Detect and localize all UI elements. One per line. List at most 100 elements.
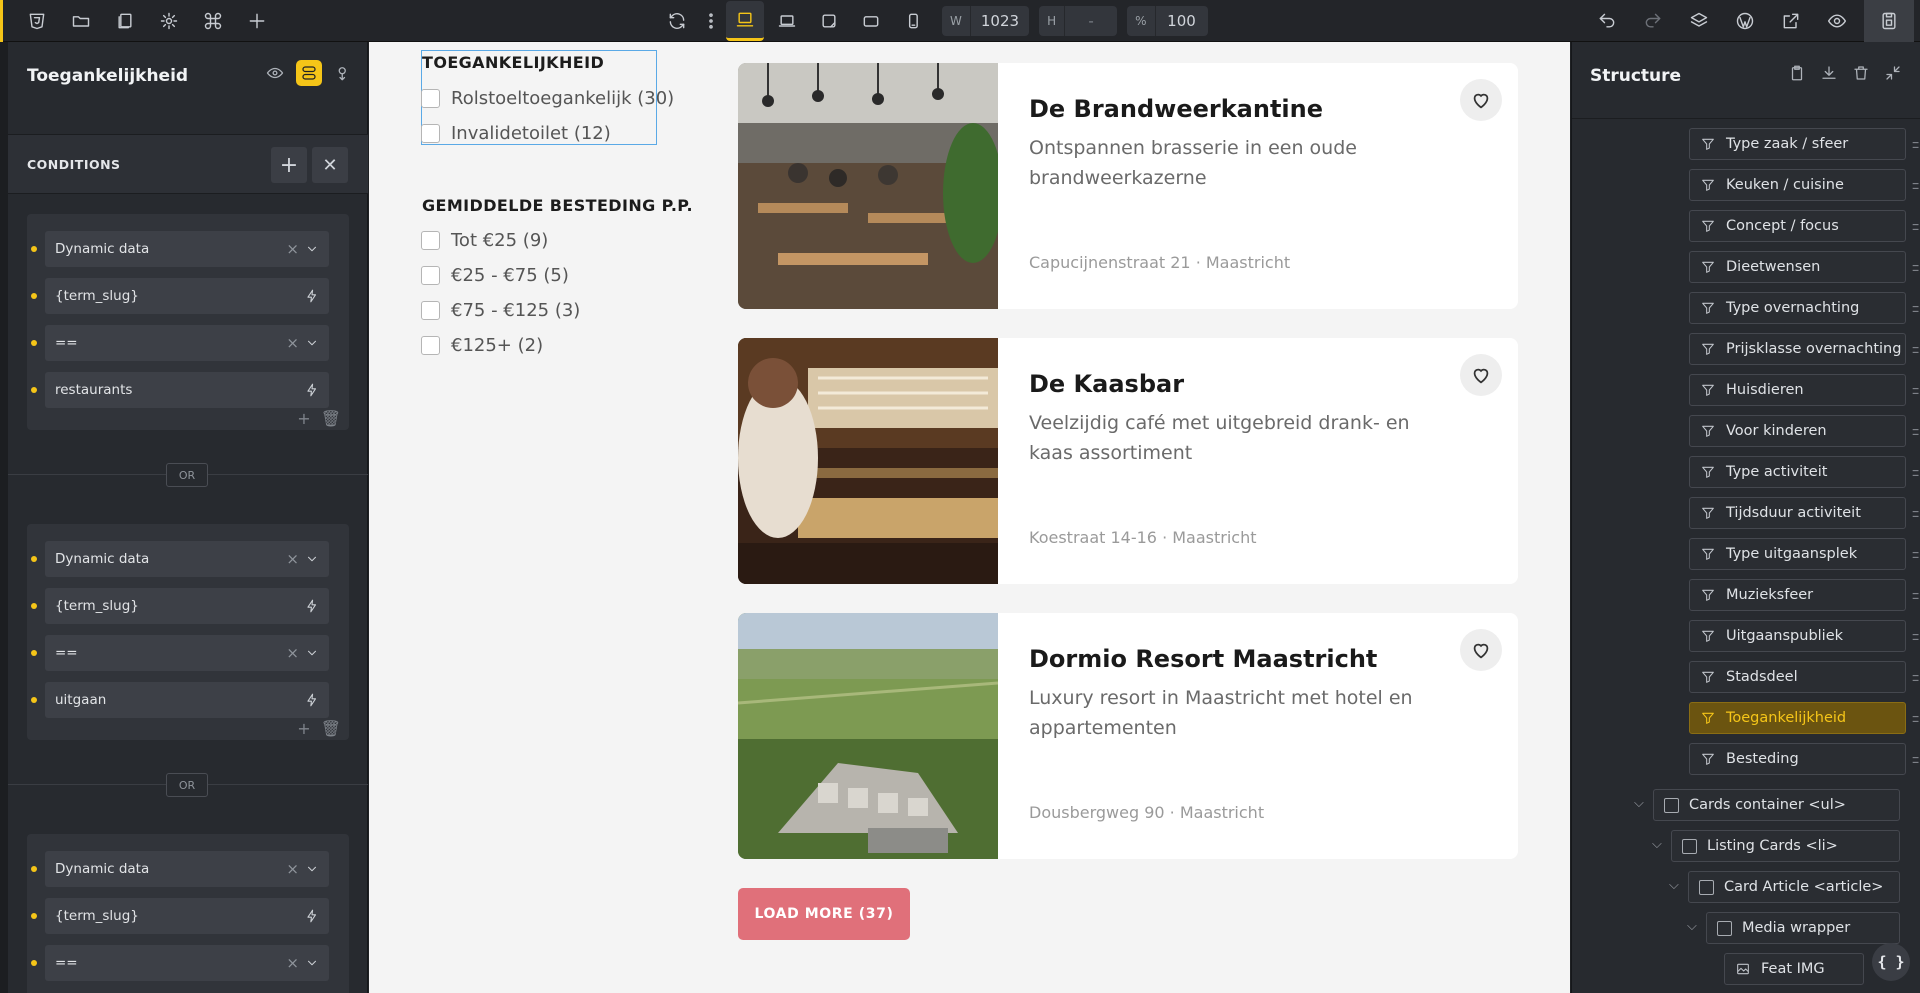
wordpress-icon[interactable] (1726, 4, 1764, 38)
conditions-toggle-icon[interactable] (296, 60, 322, 86)
chevron-down-icon[interactable]: ⌵ (1669, 878, 1679, 893)
breakpoint-tablet-icon[interactable] (852, 4, 890, 38)
external-link-icon[interactable] (1772, 4, 1810, 38)
height-control[interactable]: H - (1039, 6, 1118, 36)
chevron-down-icon[interactable] (305, 862, 319, 876)
checkbox[interactable] (421, 124, 440, 143)
structure-filter-node[interactable]: Type activiteit (1689, 456, 1906, 488)
filter-option[interactable]: Tot €25 (9) (421, 230, 548, 251)
preview-eye-icon[interactable] (1818, 4, 1856, 38)
favorite-heart-button[interactable] (1460, 354, 1502, 396)
command-icon[interactable] (194, 4, 232, 38)
structure-filter-node[interactable]: Type uitgaansplek (1689, 538, 1906, 570)
checkbox[interactable] (421, 336, 440, 355)
structure-filter-node[interactable]: Muzieksfeer (1689, 579, 1906, 611)
listing-card[interactable]: Dormio Resort Maastricht Luxury resort i… (738, 613, 1518, 859)
condition-type-select[interactable]: Dynamic data × (31, 541, 329, 577)
chevron-down-icon[interactable]: ⌵ (1634, 796, 1644, 811)
chevron-down-icon[interactable] (305, 242, 319, 256)
height-value[interactable]: - (1065, 12, 1117, 30)
card-title[interactable]: De Brandweerkantine (1029, 95, 1323, 123)
filter-option[interactable]: Rolstoeltoegankelijk (30) (421, 88, 674, 109)
filter-option[interactable]: Invalidetoilet (12) (421, 123, 611, 144)
node-link-icon[interactable] (1908, 342, 1920, 356)
width-value[interactable]: 1023 (971, 12, 1029, 30)
condition-operator-select[interactable]: == × (31, 945, 329, 981)
clear-icon[interactable]: × (286, 644, 299, 662)
code-braces-button[interactable]: { } (1872, 943, 1910, 981)
undo-icon[interactable] (1588, 4, 1626, 38)
condition-operator-select[interactable]: == × (31, 635, 329, 671)
condition-type-select[interactable]: Dynamic data × (31, 851, 329, 887)
card-title[interactable]: De Kaasbar (1029, 370, 1184, 398)
clear-icon[interactable]: × (286, 240, 299, 258)
tree-node[interactable]: Media wrapper (1706, 912, 1900, 944)
checkbox[interactable] (421, 89, 440, 108)
download-icon[interactable] (1816, 60, 1842, 86)
listing-card[interactable]: De Brandweerkantine Ontspannen brasserie… (738, 63, 1518, 309)
node-link-icon[interactable] (1908, 383, 1920, 397)
breakpoint-mobile-icon[interactable] (894, 4, 932, 38)
zoom-control[interactable]: % 100 (1127, 6, 1208, 36)
condition-key-input[interactable]: {term_slug} (31, 278, 329, 314)
structure-filter-node[interactable]: Toegankelijkheid (1689, 702, 1906, 734)
clipboard-icon[interactable] (1784, 60, 1810, 86)
condition-type-select[interactable]: Dynamic data × (31, 231, 329, 267)
chevron-down-icon[interactable] (305, 336, 319, 350)
tree-node[interactable]: Feat IMG (1724, 953, 1864, 985)
node-link-icon[interactable] (1908, 547, 1920, 561)
node-link-icon[interactable] (1908, 260, 1920, 274)
structure-filter-node[interactable]: Stadsdeel (1689, 661, 1906, 693)
chevron-down-icon[interactable] (305, 552, 319, 566)
structure-filter-node[interactable]: Voor kinderen (1689, 415, 1906, 447)
gear-icon[interactable] (150, 4, 188, 38)
favorite-heart-button[interactable] (1460, 79, 1502, 121)
clear-icon[interactable]: × (286, 860, 299, 878)
dynamic-data-bolt-icon[interactable] (305, 289, 319, 303)
trash-icon[interactable]: 🗑 (321, 719, 341, 738)
condition-key-input[interactable]: {term_slug} (31, 898, 329, 934)
width-control[interactable]: W 1023 (942, 6, 1030, 36)
node-link-icon[interactable] (1908, 178, 1920, 192)
breakpoint-desktop-icon[interactable] (726, 1, 764, 41)
checkbox[interactable] (421, 231, 440, 250)
node-link-icon[interactable] (1908, 752, 1920, 766)
add-condition-button[interactable]: + (271, 147, 307, 183)
filter-option[interactable]: €25 - €75 (5) (421, 265, 569, 286)
structure-filter-node[interactable]: Besteding (1689, 743, 1906, 775)
structure-filter-node[interactable]: Prijsklasse overnachting (1689, 333, 1906, 365)
more-vertical-icon[interactable] (700, 4, 722, 38)
structure-filter-node[interactable]: Dieetwensen (1689, 251, 1906, 283)
chevron-down-icon[interactable] (305, 956, 319, 970)
structure-filter-node[interactable]: Concept / focus (1689, 210, 1906, 242)
condition-value-input[interactable]: uitgaan (31, 682, 329, 718)
logo-icon[interactable] (18, 4, 56, 38)
trash-icon[interactable]: 🗑 (321, 409, 341, 428)
structure-filter-node[interactable]: Type overnachting (1689, 292, 1906, 324)
clear-icon[interactable]: × (286, 334, 299, 352)
structure-filter-node[interactable]: Huisdieren (1689, 374, 1906, 406)
folder-icon[interactable] (62, 4, 100, 38)
refresh-icon[interactable] (658, 4, 696, 38)
zoom-value[interactable]: 100 (1156, 12, 1208, 30)
collapse-icon[interactable] (1880, 60, 1906, 86)
dynamic-data-bolt-icon[interactable] (305, 383, 319, 397)
filter-option[interactable]: €125+ (2) (421, 335, 543, 356)
condition-key-input[interactable]: {term_slug} (31, 588, 329, 624)
pages-icon[interactable] (106, 4, 144, 38)
chevron-down-icon[interactable]: ⌵ (1652, 837, 1662, 852)
chevron-down-icon[interactable]: ⌵ (1687, 919, 1697, 934)
dynamic-data-bolt-icon[interactable] (305, 599, 319, 613)
structure-filter-node[interactable]: Type zaak / sfeer (1689, 128, 1906, 160)
node-link-icon[interactable] (1908, 629, 1920, 643)
node-link-icon[interactable] (1908, 670, 1920, 684)
close-conditions-button[interactable]: ✕ (312, 147, 348, 183)
dynamic-data-bolt-icon[interactable] (305, 693, 319, 707)
node-link-icon[interactable] (1908, 465, 1920, 479)
node-link-icon[interactable] (1908, 219, 1920, 233)
clear-icon[interactable]: × (286, 550, 299, 568)
checkbox[interactable] (421, 266, 440, 285)
interactions-icon[interactable] (330, 60, 356, 86)
chevron-down-icon[interactable] (305, 646, 319, 660)
breakpoint-laptop-icon[interactable] (768, 4, 806, 38)
